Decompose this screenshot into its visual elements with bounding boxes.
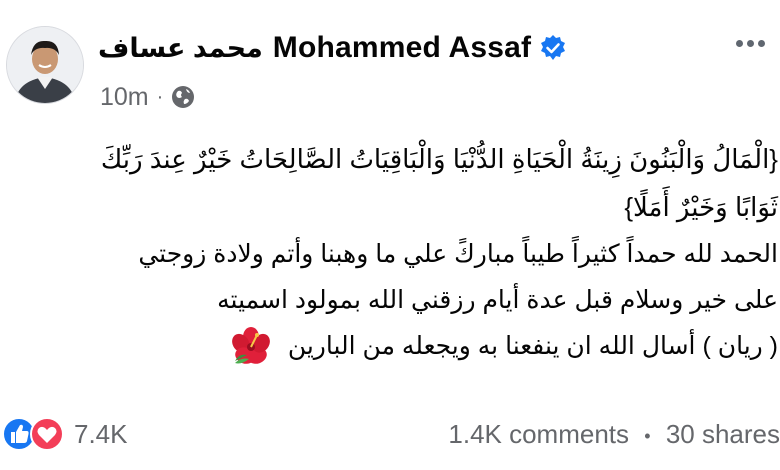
reaction-icons[interactable]: [2, 416, 72, 452]
avatar-image: [7, 27, 83, 103]
verified-badge-icon: [539, 34, 567, 62]
post-line-3: الحمد لله حمداً كثيراً طيباً مباركً علي …: [138, 240, 778, 268]
post-line-1: {الْمَالُ وَالْبَنُونَ زِينَةُ الْحَيَاة…: [100, 144, 778, 174]
meta-separator: ·: [156, 85, 164, 108]
stats-separator: •: [644, 426, 651, 447]
post-meta: 10m ·: [100, 80, 195, 114]
dot: [735, 39, 743, 47]
post-body: {الْمَالُ وَالْبَنُونَ زِينَةُ الْحَيَاة…: [8, 135, 778, 369]
globe-icon[interactable]: [171, 85, 195, 109]
facebook-post: محمد عساف Mohammed Assaf 10m · {الْمَالُ…: [0, 0, 780, 470]
author-name-arabic[interactable]: محمد عساف: [98, 33, 263, 64]
post-line-2: ثَوَابًا وَخَيْرٌ أَمَلًا}: [624, 192, 778, 222]
dot: [757, 39, 765, 47]
post-line-4: على خير وسلام قبل عدة أيام رزقني الله بم…: [217, 286, 778, 314]
hibiscus-flower-icon: [231, 327, 271, 367]
author-name-row: محمد عساف Mohammed Assaf: [98, 26, 567, 70]
author-avatar[interactable]: [6, 26, 84, 104]
post-line-5: ( ريان ) أسال الله ان ينفعنا به ويجعله م…: [287, 332, 778, 360]
post-timestamp[interactable]: 10m: [100, 83, 149, 112]
post-line-5-wrapper: ( ريان ) أسال الله ان ينفعنا به ويجعله م…: [8, 323, 778, 369]
author-name-english[interactable]: Mohammed Assaf: [273, 31, 531, 65]
shares-count-link[interactable]: 30 shares: [666, 419, 780, 449]
dot: [746, 39, 754, 47]
love-icon: [30, 417, 64, 451]
reaction-count[interactable]: 7.4K: [74, 418, 128, 450]
engagement-stats: 1.4K comments • 30 shares: [448, 418, 780, 452]
post-footer: 7.4K 1.4K comments • 30 shares: [0, 414, 780, 454]
comments-count-link[interactable]: 1.4K comments: [448, 419, 629, 449]
more-options-button[interactable]: [730, 30, 770, 56]
